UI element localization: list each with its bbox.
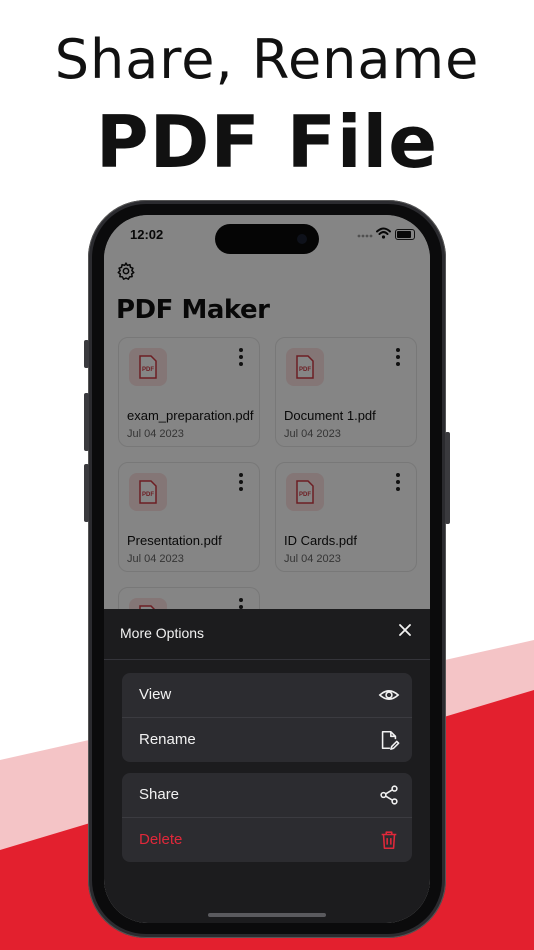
- share-option[interactable]: Share: [122, 773, 412, 817]
- phone-screen: 12:02 PDF Maker PDF exam_preparation.pdf: [104, 215, 430, 923]
- rename-option[interactable]: Rename: [122, 717, 412, 762]
- phone-volume-down-button: [84, 464, 89, 522]
- share-label: Share: [139, 786, 180, 803]
- phone-power-button: [445, 432, 450, 524]
- options-group-primary: View Rename: [122, 673, 412, 762]
- rename-label: Rename: [139, 731, 196, 748]
- headline-line-2: PDF File: [95, 100, 439, 184]
- close-icon[interactable]: [398, 623, 412, 637]
- options-group-secondary: Share Delete: [122, 773, 412, 862]
- more-options-sheet: More Options View Rename Share Delete: [104, 609, 430, 923]
- view-label: View: [139, 686, 172, 703]
- eye-icon: [378, 690, 400, 700]
- share-icon: [380, 785, 398, 805]
- delete-option[interactable]: Delete: [122, 817, 412, 862]
- edit-file-icon: [381, 730, 400, 750]
- phone-action-button: [84, 340, 89, 368]
- sheet-title: More Options: [120, 625, 205, 641]
- trash-icon: [381, 831, 397, 850]
- phone-volume-up-button: [84, 393, 89, 451]
- home-indicator: [208, 913, 326, 917]
- view-option[interactable]: View: [122, 673, 412, 717]
- sheet-divider: [104, 659, 430, 660]
- delete-label: Delete: [139, 831, 183, 848]
- headline-line-1: Share, Rename: [54, 28, 480, 91]
